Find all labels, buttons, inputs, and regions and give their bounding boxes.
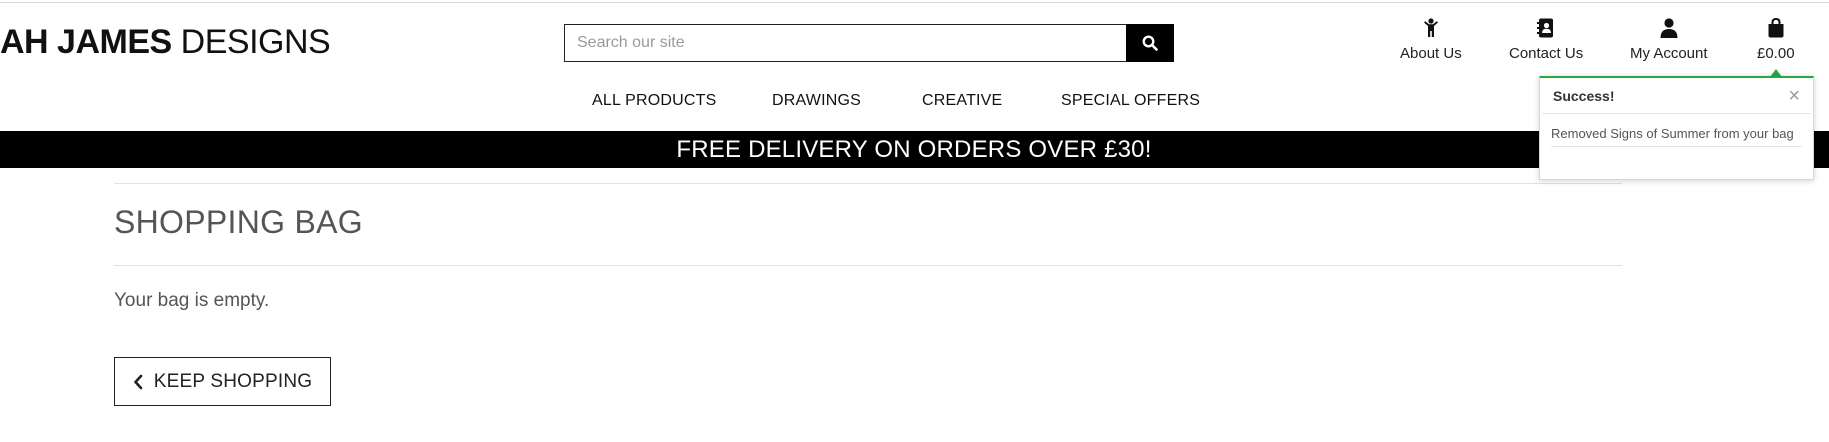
divider	[114, 183, 1622, 184]
nav-drawings[interactable]: DRAWINGS	[772, 92, 861, 110]
address-book-icon	[1537, 18, 1554, 38]
delivery-banner-text: FREE DELIVERY ON ORDERS OVER £30!	[676, 135, 1152, 163]
main-content: SHOPPING BAG Your bag is empty.	[114, 183, 1622, 315]
logo-bold-text: AH JAMES	[0, 23, 172, 61]
logo-light-text: DESIGNS	[180, 23, 331, 61]
contact-us-label: Contact Us	[1509, 45, 1584, 62]
about-us-label: About Us	[1400, 45, 1462, 62]
search-icon	[1142, 35, 1158, 51]
account-nav: About Us Contact Us My Account £0.00	[1390, 18, 1829, 68]
shopping-bag-link[interactable]: £0.00	[1757, 18, 1795, 62]
toast-close-button[interactable]: ×	[1788, 86, 1800, 106]
nav-special-offers[interactable]: SPECIAL OFFERS	[1061, 92, 1200, 110]
keep-shopping-button[interactable]: KEEP SHOPPING	[114, 357, 331, 406]
nav-all-products[interactable]: ALL PRODUCTS	[592, 92, 717, 110]
toast-header: Success! ×	[1542, 78, 1811, 114]
keep-shopping-label: KEEP SHOPPING	[153, 370, 313, 392]
toast-title: Success!	[1553, 87, 1615, 104]
search-form	[564, 24, 1174, 62]
page-title: SHOPPING BAG	[114, 204, 363, 240]
empty-bag-message: Your bag is empty.	[114, 290, 270, 311]
search-input[interactable]	[564, 24, 1126, 62]
my-account-label: My Account	[1630, 45, 1708, 62]
my-account-link[interactable]: My Account	[1630, 18, 1708, 62]
top-border	[0, 2, 1829, 3]
about-us-link[interactable]: About Us	[1400, 18, 1462, 62]
contact-us-link[interactable]: Contact Us	[1509, 18, 1583, 62]
site-logo[interactable]: AH JAMES DESIGNS	[0, 22, 331, 62]
person-icon	[1423, 18, 1438, 37]
chevron-left-icon	[133, 374, 143, 389]
success-toast: Success! × Removed Signs of Summer from …	[1539, 76, 1814, 180]
user-icon	[1660, 18, 1678, 38]
divider	[114, 265, 1622, 266]
bag-total-label: £0.00	[1757, 45, 1795, 62]
search-button[interactable]	[1126, 24, 1174, 62]
toast-message: Removed Signs of Summer from your bag	[1551, 114, 1802, 147]
shopping-bag-icon	[1768, 18, 1784, 38]
nav-creative[interactable]: CREATIVE	[922, 92, 1002, 110]
